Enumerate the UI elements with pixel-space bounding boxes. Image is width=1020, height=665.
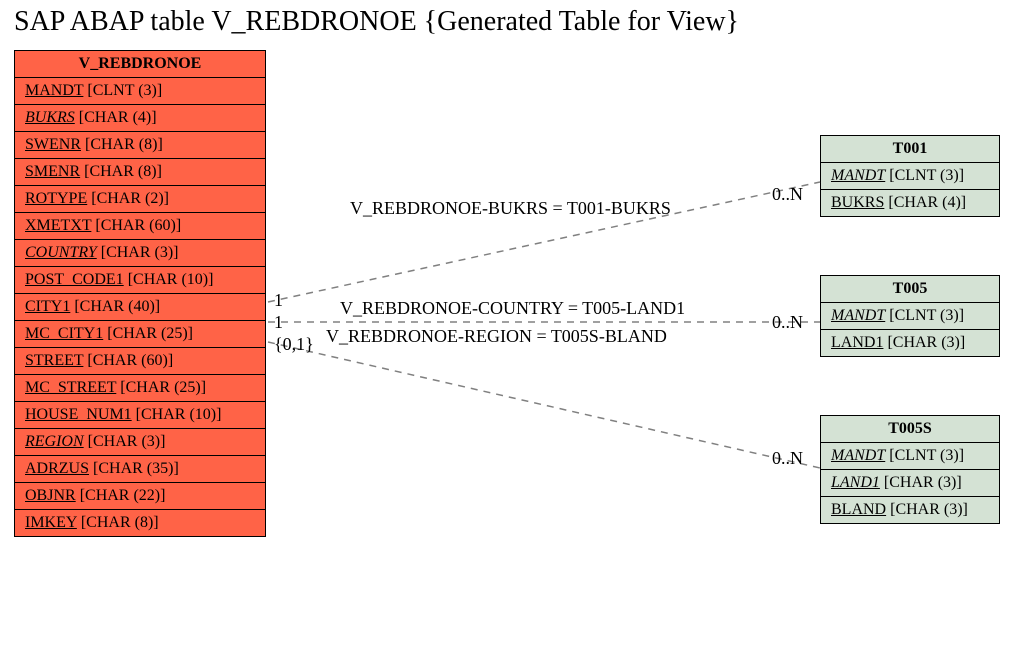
field-name: BLAND [831, 501, 886, 518]
field-row: REGION [CHAR (3)] [15, 429, 265, 456]
field-type: [CHAR (25)] [120, 379, 206, 396]
field-type: [CHAR (3)] [88, 433, 166, 450]
field-type: [CHAR (3)] [101, 244, 179, 261]
field-type: [CHAR (40)] [74, 298, 160, 315]
cardinality-left: {0,1} [274, 334, 314, 355]
cardinality-right: 0..N [772, 312, 803, 333]
field-name: IMKEY [25, 514, 77, 531]
cardinality-left: 1 [274, 290, 283, 311]
field-type: [CLNT (3)] [87, 82, 162, 99]
field-name: MANDT [831, 307, 885, 324]
field-name: MANDT [831, 167, 885, 184]
field-type: [CHAR (22)] [80, 487, 166, 504]
field-type: [CHAR (25)] [107, 325, 193, 342]
field-row: CITY1 [CHAR (40)] [15, 294, 265, 321]
field-row: MC_CITY1 [CHAR (25)] [15, 321, 265, 348]
field-type: [CHAR (3)] [884, 474, 962, 491]
entity-header: T001 [821, 136, 999, 163]
field-row: OBJNR [CHAR (22)] [15, 483, 265, 510]
relation-label: V_REBDRONOE-REGION = T005S-BLAND [326, 326, 667, 347]
field-name: BUKRS [831, 194, 884, 211]
field-type: [CHAR (60)] [95, 217, 181, 234]
field-name: STREET [25, 352, 83, 369]
field-name: HOUSE_NUM1 [25, 406, 132, 423]
field-row: IMKEY [CHAR (8)] [15, 510, 265, 536]
field-name: COUNTRY [25, 244, 97, 261]
field-name: MC_STREET [25, 379, 116, 396]
field-name: ROTYPE [25, 190, 87, 207]
entity-header: T005 [821, 276, 999, 303]
field-name: MC_CITY1 [25, 325, 103, 342]
field-row: POST_CODE1 [CHAR (10)] [15, 267, 265, 294]
field-row: BUKRS [CHAR (4)] [821, 190, 999, 216]
field-row: ADRZUS [CHAR (35)] [15, 456, 265, 483]
field-row: STREET [CHAR (60)] [15, 348, 265, 375]
field-type: [CHAR (10)] [136, 406, 222, 423]
field-row: MANDT [CLNT (3)] [15, 78, 265, 105]
field-type: [CHAR (10)] [128, 271, 214, 288]
field-name: MANDT [25, 82, 83, 99]
field-type: [CHAR (4)] [79, 109, 157, 126]
field-name: LAND1 [831, 474, 880, 491]
field-name: LAND1 [831, 334, 883, 351]
field-row: MANDT [CLNT (3)] [821, 303, 999, 330]
field-row: BUKRS [CHAR (4)] [15, 105, 265, 132]
cardinality-right: 0..N [772, 184, 803, 205]
field-row: HOUSE_NUM1 [CHAR (10)] [15, 402, 265, 429]
field-row: MC_STREET [CHAR (25)] [15, 375, 265, 402]
field-name: CITY1 [25, 298, 70, 315]
field-name: REGION [25, 433, 84, 450]
field-row: ROTYPE [CHAR (2)] [15, 186, 265, 213]
relation-label: V_REBDRONOE-BUKRS = T001-BUKRS [350, 198, 671, 219]
field-name: POST_CODE1 [25, 271, 124, 288]
field-row: XMETXT [CHAR (60)] [15, 213, 265, 240]
entity-t005s: T005S MANDT [CLNT (3)] LAND1 [CHAR (3)] … [820, 415, 1000, 524]
cardinality-left: 1 [274, 312, 283, 333]
entity-t001: T001 MANDT [CLNT (3)] BUKRS [CHAR (4)] [820, 135, 1000, 217]
page-title: SAP ABAP table V_REBDRONOE {Generated Ta… [14, 6, 739, 38]
field-type: [CLNT (3)] [889, 447, 964, 464]
field-name: BUKRS [25, 109, 75, 126]
field-type: [CHAR (2)] [91, 190, 169, 207]
field-row: LAND1 [CHAR (3)] [821, 470, 999, 497]
field-row: COUNTRY [CHAR (3)] [15, 240, 265, 267]
field-type: [CHAR (8)] [85, 136, 163, 153]
field-type: [CHAR (3)] [887, 334, 965, 351]
field-name: OBJNR [25, 487, 76, 504]
field-name: ADRZUS [25, 460, 89, 477]
field-type: [CHAR (60)] [87, 352, 173, 369]
entity-header: V_REBDRONOE [15, 51, 265, 78]
field-type: [CHAR (8)] [81, 514, 159, 531]
field-row: SWENR [CHAR (8)] [15, 132, 265, 159]
field-row: SMENR [CHAR (8)] [15, 159, 265, 186]
field-type: [CHAR (4)] [888, 194, 966, 211]
cardinality-right: 0..N [772, 448, 803, 469]
field-row: MANDT [CLNT (3)] [821, 443, 999, 470]
field-type: [CLNT (3)] [889, 307, 964, 324]
entity-t005: T005 MANDT [CLNT (3)] LAND1 [CHAR (3)] [820, 275, 1000, 357]
field-row: BLAND [CHAR (3)] [821, 497, 999, 523]
field-row: LAND1 [CHAR (3)] [821, 330, 999, 356]
field-name: MANDT [831, 447, 885, 464]
field-row: MANDT [CLNT (3)] [821, 163, 999, 190]
entity-header: T005S [821, 416, 999, 443]
field-name: SMENR [25, 163, 80, 180]
relation-label: V_REBDRONOE-COUNTRY = T005-LAND1 [340, 298, 685, 319]
field-type: [CLNT (3)] [889, 167, 964, 184]
entity-v-rebdronoe: V_REBDRONOE MANDT [CLNT (3)] BUKRS [CHAR… [14, 50, 266, 537]
field-type: [CHAR (35)] [93, 460, 179, 477]
field-name: SWENR [25, 136, 81, 153]
field-type: [CHAR (3)] [890, 501, 968, 518]
field-name: XMETXT [25, 217, 91, 234]
field-type: [CHAR (8)] [84, 163, 162, 180]
